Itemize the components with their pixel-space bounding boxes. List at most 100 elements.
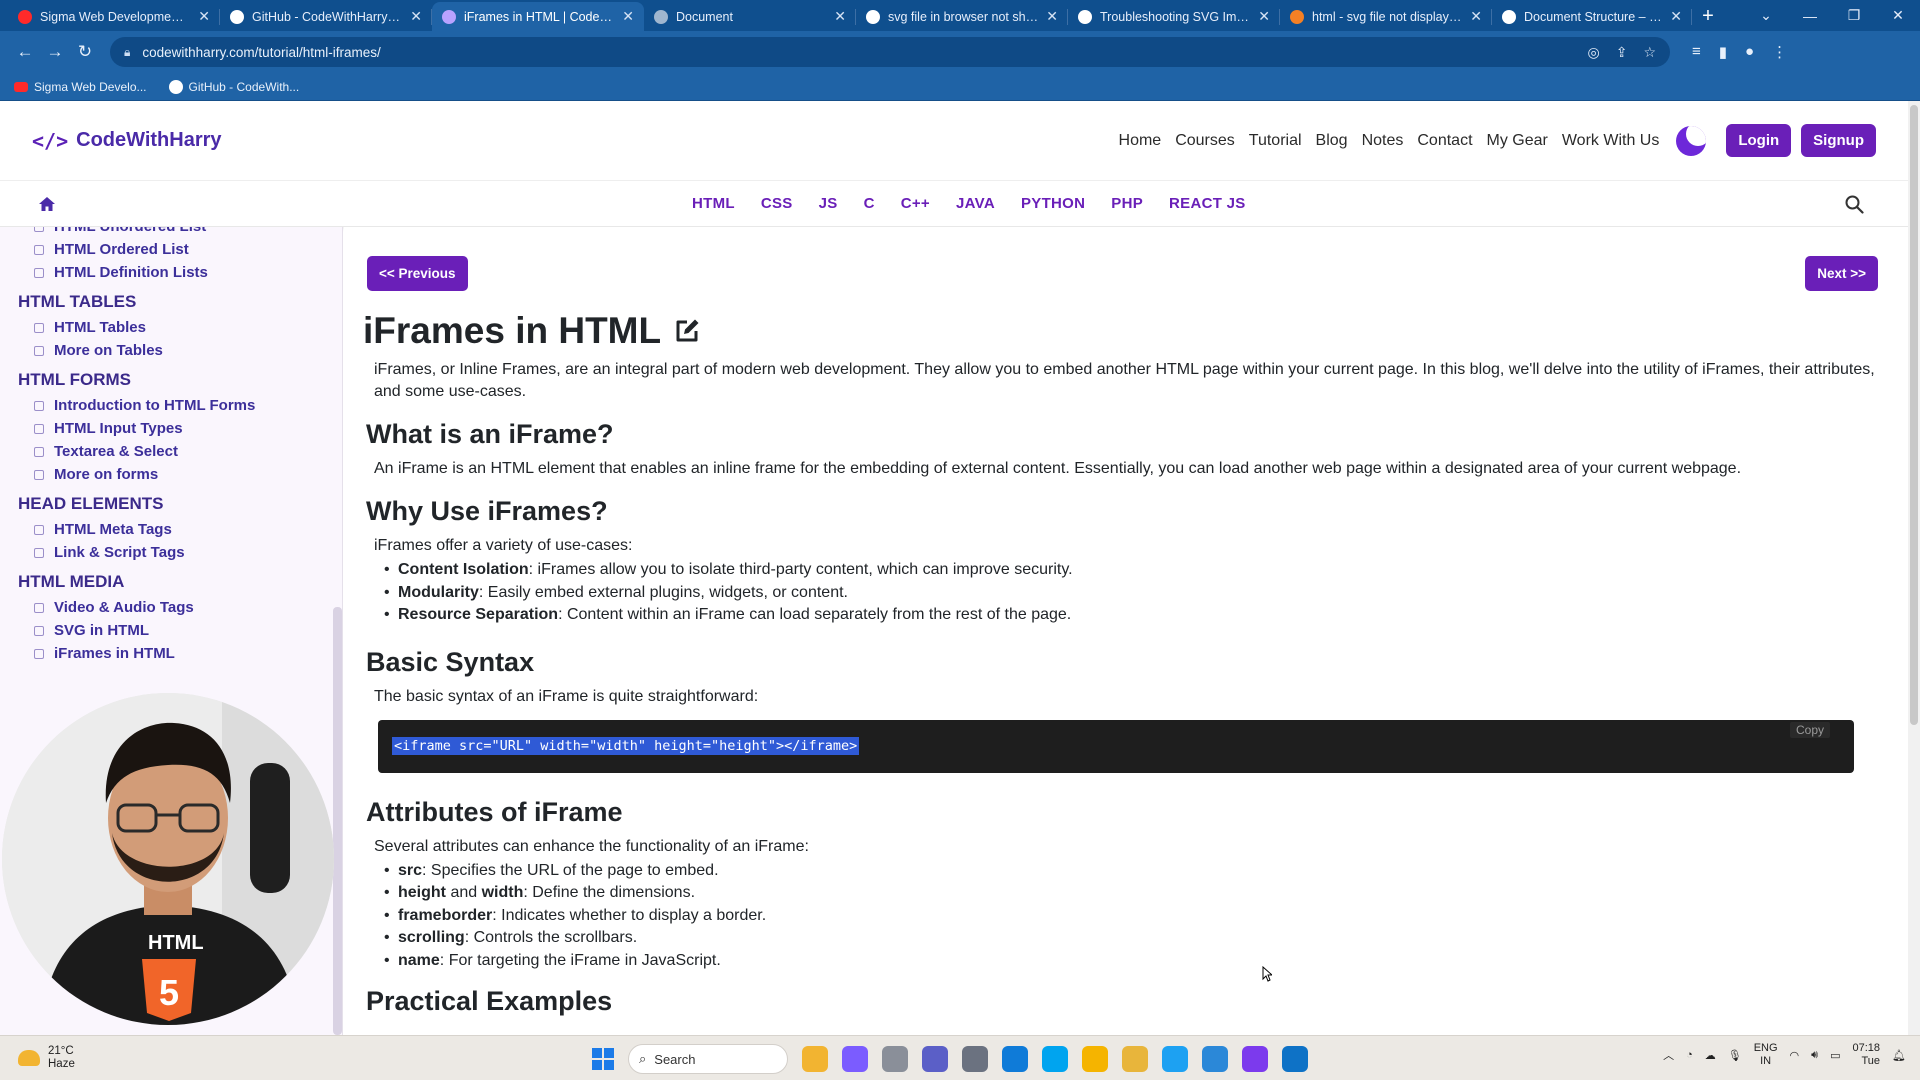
theme-toggle-moon-icon[interactable] (1676, 125, 1707, 156)
forward-arrow-icon[interactable]: → (40, 42, 70, 62)
next-button[interactable]: Next >> (1805, 256, 1878, 291)
tab-close-icon[interactable]: ✕ (1258, 8, 1270, 25)
nav-work-with-us[interactable]: Work With Us (1555, 132, 1666, 150)
tab-close-icon[interactable]: ✕ (198, 8, 210, 25)
login-button[interactable]: Login (1726, 124, 1792, 157)
site-info-icon[interactable]: 🔒︎ (124, 45, 130, 60)
taskbar-app-icon[interactable] (1002, 1046, 1028, 1072)
browser-tab[interactable]: GitHub - CodeWithHarry/Sig ✕ (220, 2, 432, 31)
page-scrollbar[interactable] (1908, 101, 1920, 1035)
nav-tutorial[interactable]: Tutorial (1242, 132, 1309, 150)
taskbar-app-icon[interactable] (1122, 1046, 1148, 1072)
taskbar-app-icon[interactable] (1282, 1046, 1308, 1072)
back-arrow-icon[interactable]: ← (10, 42, 40, 62)
taskbar-app-icon[interactable] (922, 1046, 948, 1072)
browser-tab[interactable]: iFrames in HTML | CodeWith ✕ (432, 2, 644, 31)
notifications-icon[interactable]: 🔔︎ (1892, 1049, 1906, 1062)
lang-link-css[interactable]: CSS (761, 195, 793, 212)
mic-icon[interactable]: 🎙︎ (1728, 1049, 1742, 1062)
sidebar-item[interactable]: HTML Meta Tags (0, 518, 342, 541)
sidebar-item[interactable]: SVG in HTML (0, 619, 342, 642)
network-icon[interactable]: ◔ (1686, 1049, 1693, 1061)
sidebar-item[interactable]: Video & Audio Tags (0, 596, 342, 619)
search-icon[interactable] (1844, 194, 1864, 214)
taskbar-app-icon[interactable] (962, 1046, 988, 1072)
lang-link-html[interactable]: HTML (692, 195, 735, 212)
page-scrollbar-thumb[interactable] (1910, 105, 1918, 725)
taskbar-app-icon[interactable] (1162, 1046, 1188, 1072)
sidebar-item[interactable]: More on forms (0, 463, 342, 486)
maximize-button[interactable]: ❐ (1832, 0, 1876, 31)
browser-tab[interactable]: Troubleshooting SVG Image ✕ (1068, 2, 1280, 31)
taskbar-app-icon[interactable] (882, 1046, 908, 1072)
nav-my-gear[interactable]: My Gear (1480, 132, 1555, 150)
tab-search-icon[interactable]: ⌄ (1744, 0, 1788, 31)
browser-tab[interactable]: html - svg file not displayed ✕ (1280, 2, 1492, 31)
nav-blog[interactable]: Blog (1309, 132, 1355, 150)
lang-link-c-[interactable]: C++ (901, 195, 930, 212)
new-tab-button[interactable]: + (1692, 2, 1724, 31)
taskbar-app-icon[interactable] (802, 1046, 828, 1072)
signup-button[interactable]: Signup (1801, 124, 1876, 157)
sidebar-item[interactable]: HTML Ordered List (0, 238, 342, 261)
wifi-icon[interactable]: ◠ (1790, 1049, 1800, 1062)
profile-icon[interactable]: ● (1745, 43, 1754, 61)
start-button[interactable] (592, 1048, 614, 1070)
tab-close-icon[interactable]: ✕ (622, 8, 634, 25)
sidebar-item[interactable]: Introduction to HTML Forms (0, 394, 342, 417)
sidebar-item[interactable]: HTML Unordered List (0, 227, 342, 238)
lang-link-php[interactable]: PHP (1111, 195, 1143, 212)
taskbar-app-icon[interactable] (1042, 1046, 1068, 1072)
bookmark-github[interactable]: GitHub - CodeWith... (168, 79, 299, 94)
home-icon[interactable] (38, 195, 56, 213)
weather-widget[interactable]: 21°C Haze (18, 1045, 75, 1071)
reading-list-icon[interactable]: ≡ (1692, 43, 1701, 61)
taskbar-app-icon[interactable] (842, 1046, 868, 1072)
battery-icon[interactable]: ▭ (1830, 1049, 1840, 1062)
taskbar-app-icon[interactable] (1242, 1046, 1268, 1072)
bookmark-star-icon[interactable]: ☆ (1643, 44, 1656, 61)
language-indicator[interactable]: ENG IN (1754, 1042, 1778, 1068)
code-text[interactable]: <iframe src="URL" width="width" height="… (392, 736, 860, 755)
sidebar-scrollbar[interactable] (333, 607, 342, 1035)
tab-close-icon[interactable]: ✕ (834, 8, 846, 25)
previous-button[interactable]: << Previous (367, 256, 468, 291)
sidebar-item[interactable]: More on Tables (0, 339, 342, 362)
browser-tab[interactable]: Sigma Web Development Co ✕ (8, 2, 220, 31)
lang-link-js[interactable]: JS (819, 195, 838, 212)
side-panel-icon[interactable]: ▮ (1719, 43, 1727, 61)
tray-overflow-icon[interactable]: ︿ (1663, 1047, 1674, 1063)
lang-link-c[interactable]: C (864, 195, 875, 212)
close-window-button[interactable]: ✕ (1876, 0, 1920, 31)
tab-close-icon[interactable]: ✕ (410, 8, 422, 25)
sidebar-item[interactable]: HTML Tables (0, 316, 342, 339)
lang-link-python[interactable]: PYTHON (1021, 195, 1085, 212)
lang-link-java[interactable]: JAVA (956, 195, 995, 212)
edit-icon[interactable] (673, 317, 701, 345)
nav-home[interactable]: Home (1112, 132, 1169, 150)
code-block[interactable]: <iframe src="URL" width="width" height="… (378, 719, 1854, 773)
taskbar-app-icon[interactable] (1082, 1046, 1108, 1072)
nav-courses[interactable]: Courses (1168, 132, 1242, 150)
minimize-button[interactable]: — (1788, 0, 1832, 31)
browser-menu-icon[interactable]: ⋮ (1772, 43, 1787, 61)
sidebar-item[interactable]: HTML Input Types (0, 417, 342, 440)
site-logo[interactable]: </> CodeWithHarry (32, 129, 222, 153)
sidebar-item[interactable]: HTML Definition Lists (0, 261, 342, 284)
onedrive-icon[interactable]: ☁ (1705, 1049, 1716, 1062)
nav-notes[interactable]: Notes (1355, 132, 1411, 150)
copy-button[interactable]: Copy (1789, 721, 1830, 738)
url-input[interactable]: 🔒︎ codewithharry.com/tutorial/html-ifram… (110, 37, 1670, 67)
reload-icon[interactable]: ↻ (70, 42, 100, 62)
taskbar-search[interactable]: ⌕ Search (628, 1044, 788, 1074)
sidebar-item[interactable]: iFrames in HTML (0, 642, 342, 665)
bookmark-sigma[interactable]: Sigma Web Develo... (14, 80, 147, 94)
tab-close-icon[interactable]: ✕ (1046, 8, 1058, 25)
tab-close-icon[interactable]: ✕ (1470, 8, 1482, 25)
lang-link-react-js[interactable]: REACT JS (1169, 195, 1246, 212)
share-icon[interactable]: ⇪ (1616, 44, 1628, 61)
volume-icon[interactable]: 🔊︎ (1811, 1049, 1818, 1062)
browser-tab[interactable]: Document Structure – SVG 1 ✕ (1492, 2, 1692, 31)
taskbar-app-icon[interactable] (1202, 1046, 1228, 1072)
nav-contact[interactable]: Contact (1410, 132, 1479, 150)
